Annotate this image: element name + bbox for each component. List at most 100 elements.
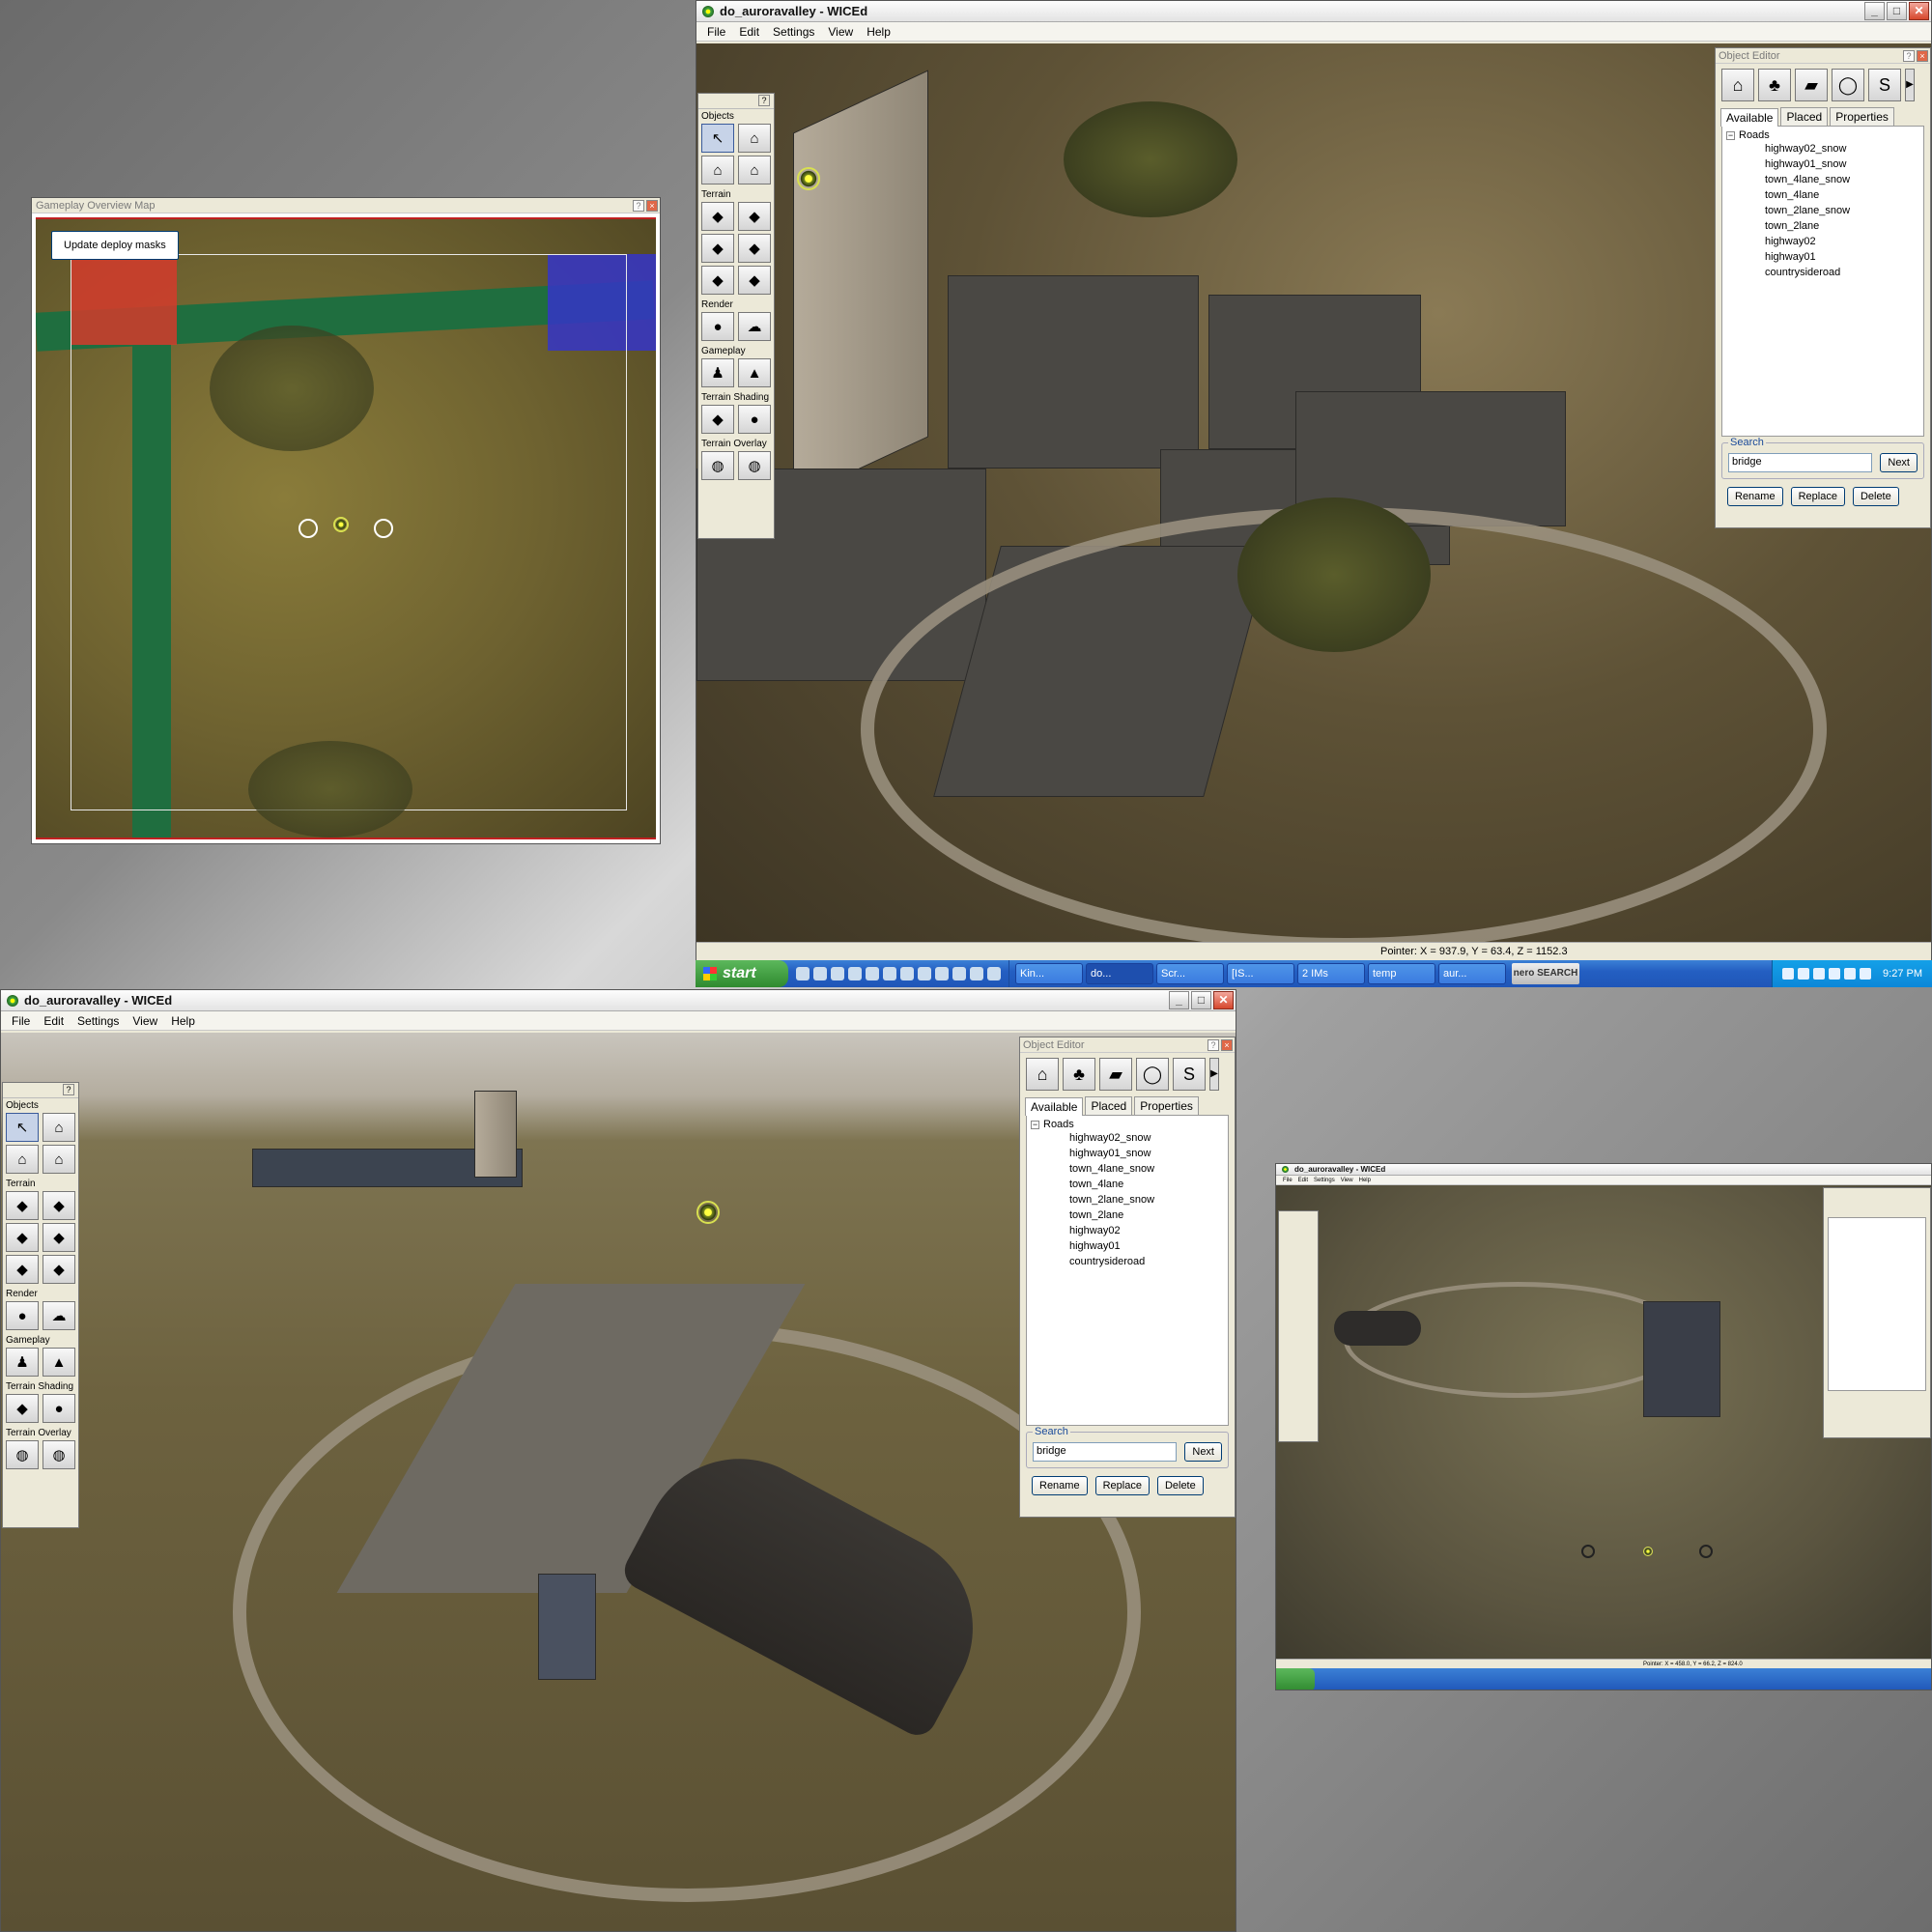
tree-item[interactable]: highway02_snow [1031,1130,1224,1146]
close-icon[interactable]: × [1917,49,1928,62]
terrain-raise-icon[interactable]: ◆ [6,1191,39,1220]
house-icon[interactable]: ⌂ [1721,69,1754,101]
tree-icon[interactable]: ♣ [1063,1058,1095,1091]
render-sphere-icon[interactable]: ● [701,312,734,341]
menu-view[interactable]: View [821,25,860,39]
maximize-button[interactable]: □ [1887,2,1907,20]
gameplay-marker[interactable] [333,517,349,532]
menu-edit[interactable]: Edit [37,1014,71,1028]
delete-button[interactable]: Delete [1156,1476,1204,1495]
update-deploy-masks-button[interactable]: Update deploy masks [51,231,179,260]
tree-root[interactable]: − Roads [1726,129,1919,141]
tree-item[interactable]: town_4lane_snow [1726,172,1919,187]
menu-view[interactable]: View [1338,1178,1356,1183]
gameplay-joystick-icon[interactable]: ♟ [6,1348,39,1377]
start-button[interactable] [1276,1668,1315,1690]
group-object-icon[interactable]: ⌂ [43,1145,75,1174]
menu-edit[interactable]: Edit [732,25,766,39]
tab-available[interactable]: Available [1025,1097,1084,1116]
menu-file[interactable]: File [1280,1178,1295,1183]
tree-item[interactable]: highway02_snow [1726,141,1919,156]
tray-icon[interactable] [1798,968,1810,980]
task-button[interactable]: aur... [1438,963,1506,984]
tree-item[interactable]: town_4lane [1031,1177,1224,1192]
tray-icon[interactable] [1844,968,1857,980]
render-sphere-icon[interactable]: ● [6,1301,39,1330]
shading-sphere-icon[interactable]: ● [738,405,771,434]
house-icon[interactable]: ⌂ [1026,1058,1059,1091]
select-tool-icon[interactable]: ↖ [6,1113,39,1142]
tree-item[interactable]: highway01_snow [1726,156,1919,172]
road-icon[interactable]: S [1868,69,1901,101]
rename-button[interactable]: Rename [1727,487,1783,506]
tree-item[interactable]: town_2lane [1726,218,1919,234]
help-button[interactable]: ? [758,95,770,106]
task-button[interactable]: temp [1368,963,1435,984]
overlay-erase-icon[interactable]: ◍ [43,1440,75,1469]
quicklaunch-icon[interactable] [970,967,983,980]
tree-item[interactable]: highway02 [1726,234,1919,249]
overlay-globe-icon[interactable]: ◍ [6,1440,39,1469]
task-button[interactable]: Scr... [1156,963,1224,984]
gameplay-marker[interactable] [797,167,820,190]
terrain-raise-icon[interactable]: ◆ [701,202,734,231]
menu-settings[interactable]: Settings [766,25,821,39]
tree-item[interactable]: town_2lane [1031,1208,1224,1223]
tree-item[interactable]: highway01 [1031,1238,1224,1254]
menu-help[interactable]: Help [164,1014,202,1028]
camera-marker[interactable] [1699,1545,1713,1558]
loop-icon[interactable]: ◯ [1832,69,1864,101]
tree-item[interactable]: town_2lane_snow [1726,203,1919,218]
quicklaunch-icon[interactable] [918,967,931,980]
close-icon[interactable]: × [1221,1038,1233,1051]
place-object-icon[interactable]: ⌂ [43,1113,75,1142]
minimize-button[interactable]: _ [1169,991,1189,1009]
quicklaunch-icon[interactable] [935,967,949,980]
start-button[interactable]: start [696,960,788,987]
tree-icon[interactable]: ♣ [1758,69,1791,101]
shading-paint-icon[interactable]: ◆ [701,405,734,434]
terrain-smooth-icon[interactable]: ◆ [6,1223,39,1252]
replace-button[interactable]: Replace [1790,487,1845,506]
gameplay-area-icon[interactable]: ▲ [738,358,771,387]
quicklaunch-icon[interactable] [796,967,810,980]
tree-item[interactable]: highway01 [1726,249,1919,265]
camera-marker[interactable] [374,519,393,538]
place-object-icon[interactable]: ⌂ [738,124,771,153]
tree-item[interactable]: town_4lane [1726,187,1919,203]
tray-icon[interactable] [1860,968,1872,980]
gameplay-area-icon[interactable]: ▲ [43,1348,75,1377]
tree-item[interactable]: town_2lane_snow [1031,1192,1224,1208]
replace-button[interactable]: Replace [1094,1476,1150,1495]
quicklaunch-icon[interactable] [987,967,1001,980]
task-button[interactable]: 2 IMs [1297,963,1365,984]
shading-sphere-icon[interactable]: ● [43,1394,75,1423]
block-icon[interactable]: ▰ [1795,69,1828,101]
quicklaunch-icon[interactable] [848,967,862,980]
tray-icon[interactable] [1829,968,1841,980]
collapse-icon[interactable]: − [1726,130,1735,140]
render-sky-icon[interactable]: ☁ [738,312,771,341]
menu-settings[interactable]: Settings [1311,1178,1338,1183]
more-arrow-icon[interactable]: ▶ [1905,69,1915,101]
task-button[interactable]: Kin... [1015,963,1083,984]
search-input[interactable]: bridge [1033,1442,1178,1462]
quicklaunch-icon[interactable] [866,967,879,980]
task-button[interactable]: [IS... [1227,963,1294,984]
help-button[interactable]: ? [1208,1038,1219,1051]
terrain-paint-icon[interactable]: ◆ [43,1255,75,1284]
tree-item[interactable]: highway01_snow [1031,1146,1224,1161]
search-input[interactable]: bridge [1728,453,1873,472]
quicklaunch-icon[interactable] [813,967,827,980]
overlay-globe-icon[interactable]: ◍ [701,451,734,480]
menu-view[interactable]: View [126,1014,164,1028]
next-button[interactable]: Next [1880,453,1918,472]
rename-button[interactable]: Rename [1032,1476,1088,1495]
multi-object-icon[interactable]: ⌂ [6,1145,39,1174]
terrain-lower-icon[interactable]: ◆ [43,1191,75,1220]
group-object-icon[interactable]: ⌂ [738,156,771,185]
terrain-flatten-icon[interactable]: ◆ [738,234,771,263]
quicklaunch-icon[interactable] [900,967,914,980]
quicklaunch-icon[interactable] [952,967,966,980]
tray-icon[interactable] [1813,968,1826,980]
